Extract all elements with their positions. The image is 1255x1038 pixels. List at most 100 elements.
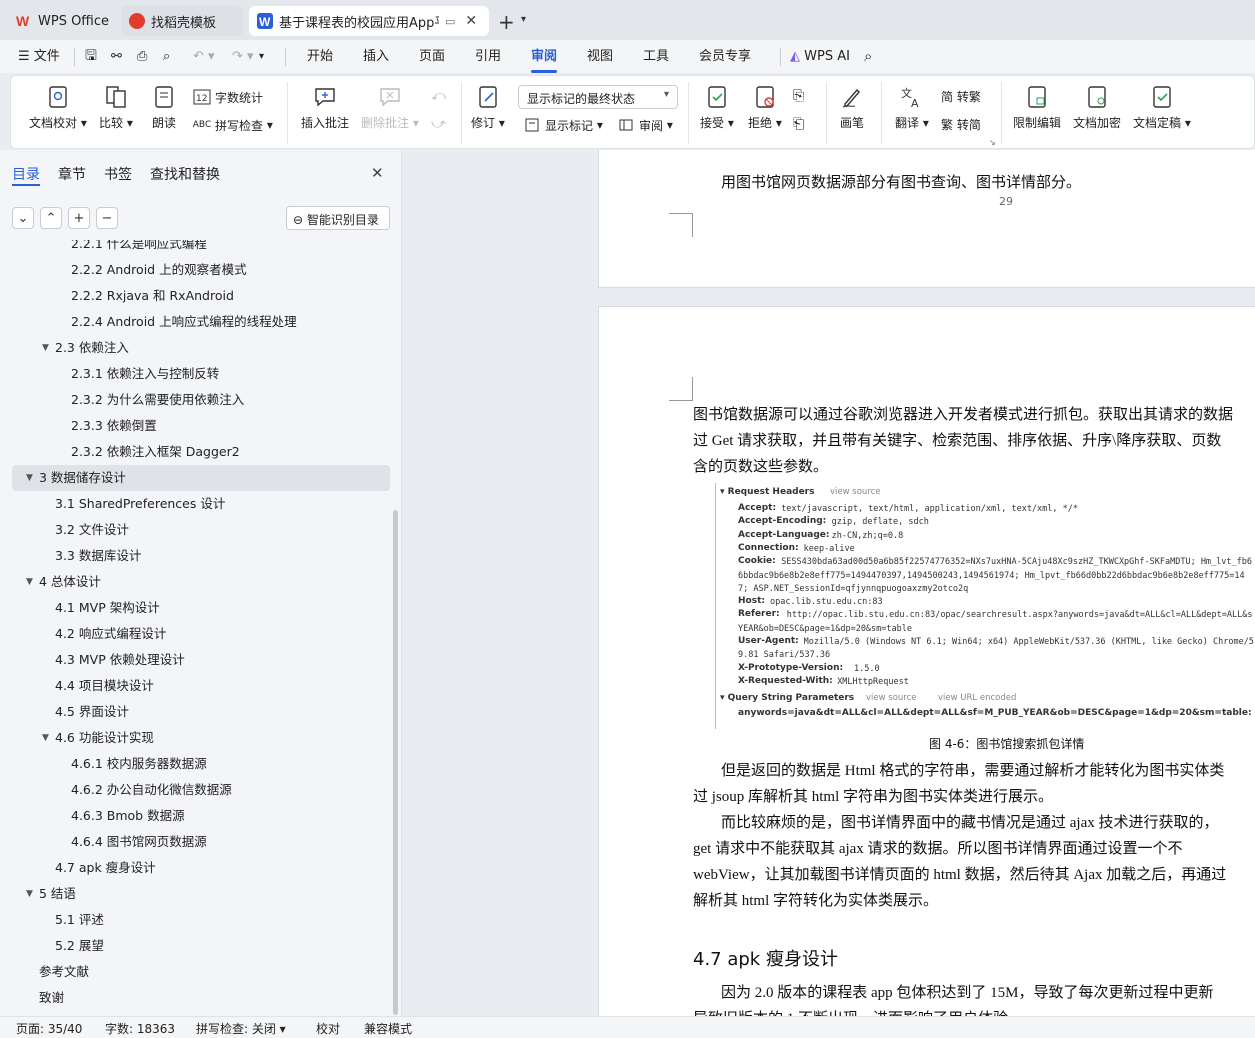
reject-button[interactable]: 拒绝 ▾ [748,84,782,131]
tab-document[interactable]: W 基于课程表的校园应用App平 ▭ ✕ [249,6,489,36]
review-pane-button[interactable]: 审阅 ▾ [617,116,673,134]
toc-item[interactable]: 2.3.2 为什么需要使用依赖注入 [0,387,390,413]
wordcount-button[interactable]: 12 字数统计 [193,88,263,106]
add-heading-button[interactable]: + [68,207,90,229]
menu-membership[interactable]: 会员专享 [699,40,751,73]
undo-icon[interactable]: ↶ ▾ [193,40,215,73]
toc-item[interactable]: 4.1 MVP 架构设计 [0,595,390,621]
search-icon[interactable]: ⌕ [864,40,872,73]
scrollbar[interactable] [393,510,398,1015]
smart-toc-button[interactable]: ⊖ 智能识别目录 [286,206,390,230]
toc-item[interactable]: 5.2 展望 [0,933,390,959]
next-change-icon[interactable]: ⎗ [793,116,804,132]
tab-docer-templates[interactable]: 找稻壳模板 [121,6,243,36]
proofread-button[interactable]: 文档校对 ▾ [29,84,87,131]
toc-item[interactable]: ▼ 4 总体设计 [0,569,390,595]
toc-item[interactable]: ▼ 2.3 依赖注入 [0,335,390,361]
toc-item[interactable]: 5.1 评述 [0,907,390,933]
toc-item[interactable]: 4.3 MVP 依赖处理设计 [0,647,390,673]
print-preview-icon[interactable]: ⌕ [163,40,170,73]
toc-item[interactable]: 2.3.3 依赖倒置 [0,413,390,439]
toc-item[interactable]: 4.6.4 图书馆网页数据源 [0,829,390,855]
expand-icon[interactable]: ↘ [989,138,996,147]
prev-comment-icon[interactable]: ⤺ [431,88,446,104]
read-aloud-button[interactable]: 朗读 [151,84,177,131]
expand-arrow-icon[interactable]: ▼ [42,335,49,361]
new-tab-icon[interactable]: + [498,10,515,34]
toc-item[interactable]: 3.3 数据库设计 [0,543,390,569]
toc-item[interactable]: 4.2 响应式编程设计 [0,621,390,647]
toc-item[interactable]: 2.3.2 依赖注入框架 Dagger2 [0,439,390,465]
expand-arrow-icon[interactable]: ▼ [26,881,33,907]
show-markup-button[interactable]: 显示标记 ▾ [523,116,603,134]
prev-change-icon[interactable]: ⎘ [793,88,804,104]
window-icon[interactable]: ▭ [445,15,455,28]
nav-tab-find-replace[interactable]: 查找和替换 [150,164,220,184]
menu-page[interactable]: 页面 [419,40,445,73]
toc-item[interactable]: 2.2.1 什么是响应式编程 [0,240,390,257]
redo-icon[interactable]: ↷ ▾ [232,40,254,73]
toc-item[interactable]: ▼ 3 数据储存设计 [12,465,390,491]
toc-item[interactable]: 3.2 文件设计 [0,517,390,543]
share-icon[interactable]: ⚯ [111,40,122,73]
remove-heading-button[interactable]: − [96,207,118,229]
save-icon[interactable]: 🖫 [85,40,97,73]
more-chevron-icon[interactable]: ▾ [259,40,264,73]
toc-item[interactable]: 2.3.1 依赖注入与控制反转 [0,361,390,387]
nav-tab-chapters[interactable]: 章节 [58,164,86,184]
nav-tab-bookmarks[interactable]: 书签 [104,164,132,184]
restrict-editing-button[interactable]: 限制编辑 [1013,84,1061,131]
toc-item[interactable]: 参考文献 [0,959,390,985]
collapse-up-button[interactable]: ⌃ [40,207,62,229]
file-menu[interactable]: ☰ 文件 [18,40,60,73]
toc-item[interactable]: 2.2.4 Android 上响应式编程的线程处理 [0,309,390,335]
markup-state-dropdown[interactable]: 显示标记的最终状态 ▾ [518,85,678,109]
toc-item[interactable]: 2.2.2 Android 上的观察者模式 [0,257,390,283]
compare-button[interactable]: 比较 ▾ [99,84,133,131]
toc-item[interactable]: 4.7 apk 瘦身设计 [0,855,390,881]
chevron-down-icon[interactable]: ▾ [521,14,526,25]
toc-item[interactable]: 4.6.3 Bmob 数据源 [0,803,390,829]
expand-arrow-icon[interactable]: ▼ [42,725,49,751]
close-icon[interactable]: ✕ [371,164,384,182]
to-simplified-button[interactable]: 繁 转简 [941,116,981,133]
expand-arrow-icon[interactable]: ▼ [26,569,33,595]
track-changes-button[interactable]: 修订 ▾ [471,84,505,131]
spellcheck-status[interactable]: 拼写检查: 关闭 ▾ [196,1020,286,1037]
toc-item[interactable]: 4.5 界面设计 [0,699,390,725]
collapse-down-button[interactable]: ⌄ [12,207,34,229]
next-comment-icon[interactable]: ⤻ [431,116,446,132]
accept-button[interactable]: 接受 ▾ [700,84,734,131]
proofread-status[interactable]: 校对 [316,1020,340,1037]
translate-button[interactable]: 文A 翻译 ▾ [895,84,929,131]
finalize-button[interactable]: 文档定稿 ▾ [1133,84,1191,131]
spellcheck-button[interactable]: ABC 拼写检查 ▾ [193,116,273,134]
insert-comment-button[interactable]: 插入批注 [301,84,349,131]
close-tab-icon[interactable]: ✕ [465,13,477,29]
toc-item[interactable]: 4.6.2 办公自动化微信数据源 [0,777,390,803]
toc-item[interactable]: 致谢 [0,985,390,1011]
menu-start[interactable]: 开始 [307,40,333,73]
toc-item[interactable]: 2.2.2 Rxjava 和 RxAndroid [0,283,390,309]
toc-item[interactable]: ▼ 5 结语 [0,881,390,907]
pen-button[interactable]: 画笔 [839,84,865,131]
toc-item[interactable]: 4.4 项目模块设计 [0,673,390,699]
delete-comment-button[interactable]: 删除批注 ▾ [361,84,419,131]
toc-item[interactable]: 3.1 SharedPreferences 设计 [0,491,390,517]
to-traditional-button[interactable]: 简 转繁 [941,88,981,105]
encrypt-button[interactable]: 文档加密 [1073,84,1121,131]
menu-view[interactable]: 视图 [587,40,613,73]
menu-tools[interactable]: 工具 [643,40,669,73]
print-icon[interactable]: ⎙ [137,40,147,73]
toc-item[interactable]: ▼ 4.6 功能设计实现 [0,725,390,751]
menu-review[interactable]: 审阅 [531,40,557,73]
menu-references[interactable]: 引用 [475,40,501,73]
page-indicator[interactable]: 页面: 35/40 [16,1020,82,1037]
wps-ai-button[interactable]: ◭ WPS AI [790,40,850,73]
word-count[interactable]: 字数: 18363 [105,1020,175,1037]
menu-insert[interactable]: 插入 [363,40,389,73]
toc-item[interactable]: 4.6.1 校内服务器数据源 [0,751,390,777]
expand-arrow-icon[interactable]: ▼ [26,465,33,491]
tab-wps-office[interactable]: W WPS Office [8,6,114,36]
nav-tab-toc[interactable]: 目录 [12,164,40,184]
